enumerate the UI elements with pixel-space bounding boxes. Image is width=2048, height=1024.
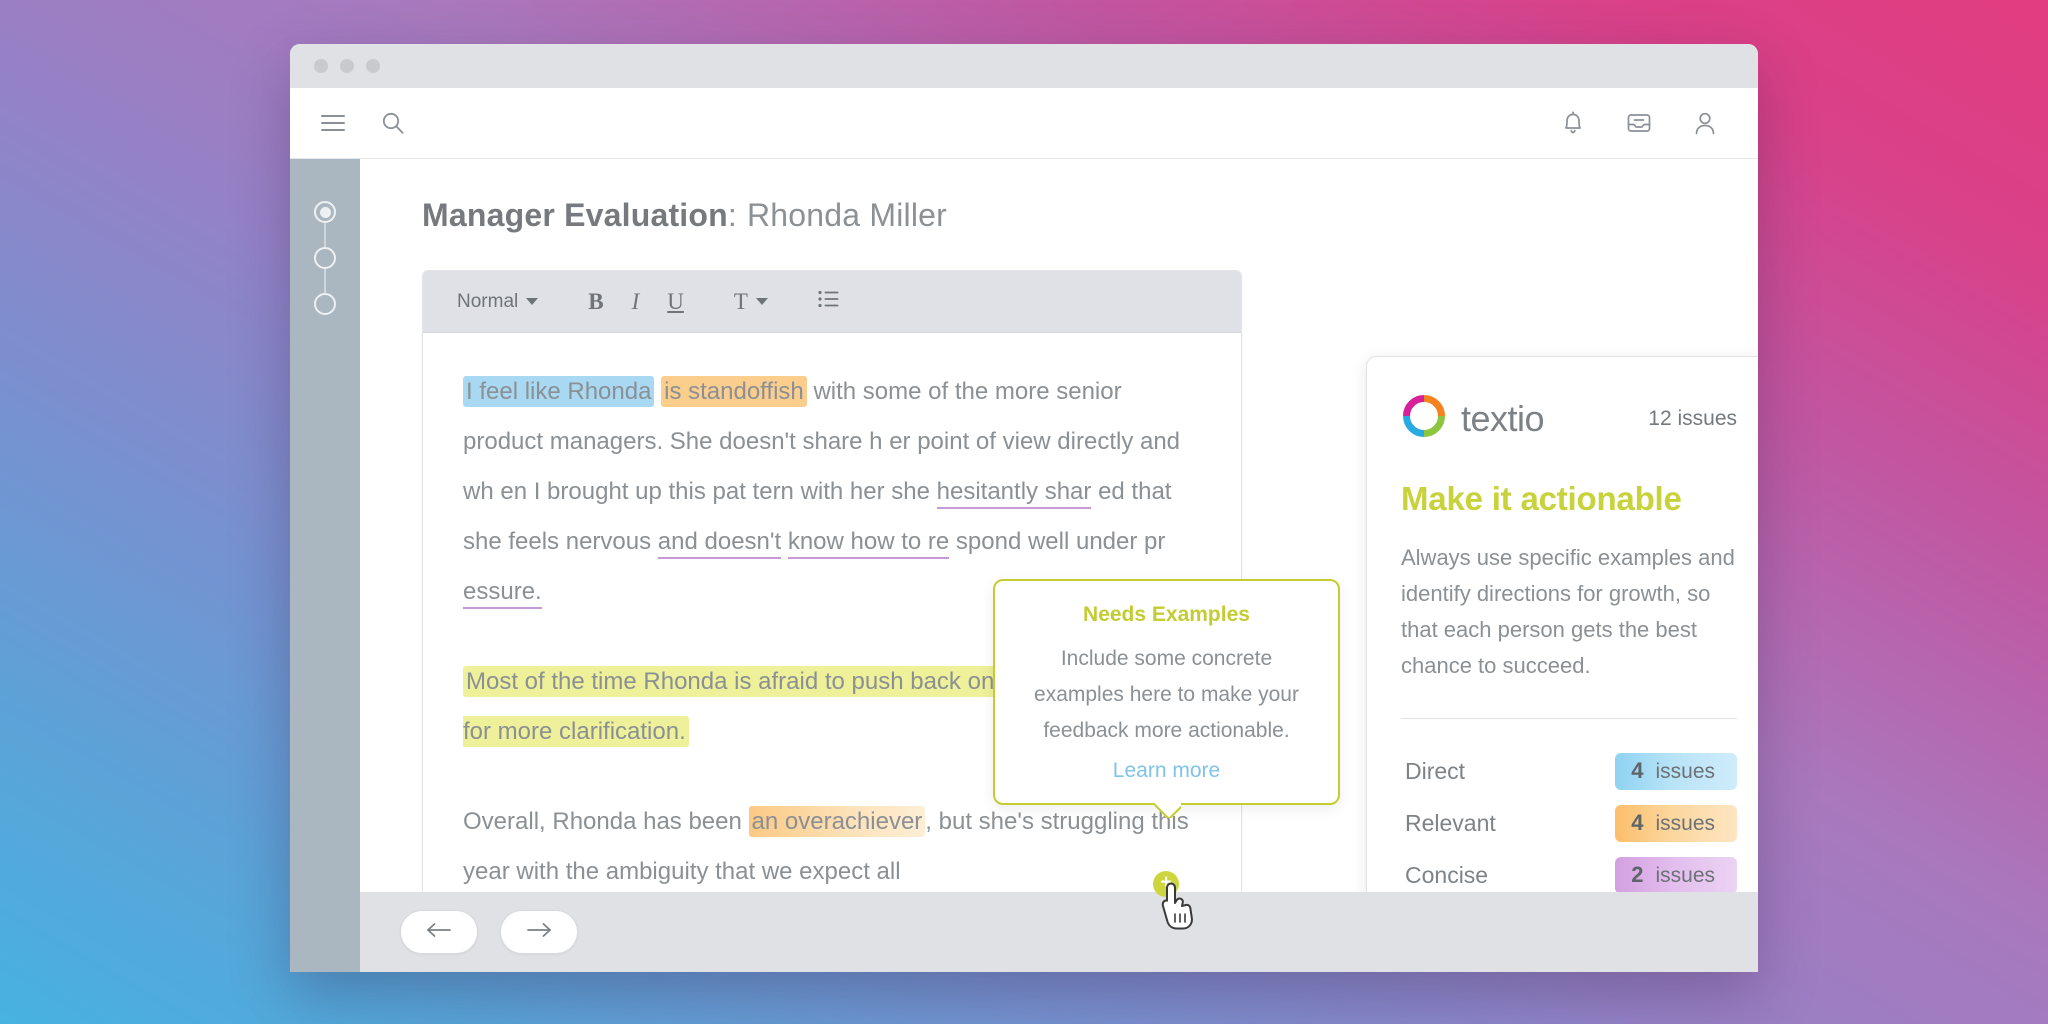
issue-highlight-direct[interactable]: I feel like Rhonda (463, 376, 654, 407)
metric-count-direct: 4 (1631, 758, 1643, 784)
metric-label-direct: Direct (1401, 758, 1615, 785)
window-close-dot[interactable] (314, 59, 328, 73)
app-header-bar (290, 88, 1758, 159)
panel-header: textio 12 issues (1401, 393, 1737, 444)
rail-connector-1 (324, 223, 326, 247)
page-title: Manager Evaluation: Rhonda Miller (422, 197, 1758, 234)
search-icon[interactable] (378, 108, 408, 138)
window-maximize-dot[interactable] (366, 59, 380, 73)
metric-unit-direct: issues (1655, 760, 1715, 784)
metric-unit-relevant: issues (1655, 812, 1715, 836)
bell-icon[interactable] (1558, 108, 1588, 138)
page-title-subject: Rhonda Miller (747, 197, 947, 233)
tooltip-body: Include some concrete examples here to m… (1021, 641, 1312, 749)
textio-brand-name: textio (1461, 398, 1544, 440)
issue-underline-concise-3[interactable]: know how to re (788, 528, 949, 559)
metric-row-direct[interactable]: Direct 4 issues (1401, 745, 1737, 797)
tooltip-title: Needs Examples (1021, 603, 1312, 627)
window-titlebar (290, 44, 1758, 88)
text-style-dropdown[interactable]: T (724, 286, 778, 317)
metric-label-relevant: Relevant (1401, 810, 1615, 837)
forward-button[interactable] (500, 910, 578, 954)
rail-step-1[interactable] (314, 201, 336, 223)
bulleted-list-icon (818, 290, 840, 314)
style-dropdown-label: Normal (457, 291, 518, 313)
main-content: Manager Evaluation: Rhonda Miller Normal … (360, 159, 1758, 972)
metric-row-relevant[interactable]: Relevant 4 issues (1401, 797, 1737, 849)
doc-text-run-4: er point of view (889, 428, 1050, 455)
bold-button[interactable]: B (578, 286, 613, 317)
textio-brand: textio (1401, 393, 1544, 444)
bold-icon: B (588, 290, 603, 313)
doc-text-run-8: hesitantly shar (937, 478, 1092, 509)
metric-count-concise: 2 (1631, 862, 1643, 888)
panel-description: Always use specific examples and identif… (1401, 540, 1737, 684)
metric-badge-concise: 2 issues (1615, 857, 1737, 894)
back-button[interactable] (400, 910, 478, 954)
chevron-down-icon (756, 298, 768, 305)
issue-underline-concise-2[interactable]: and doesn't (658, 528, 781, 559)
rail-connector-2 (324, 269, 326, 293)
tooltip-learn-more-link[interactable]: Learn more (1113, 759, 1220, 782)
metric-badge-direct: 4 issues (1615, 753, 1737, 790)
add-suggestion-button[interactable]: + (1153, 871, 1179, 897)
rail-step-2[interactable] (314, 247, 336, 269)
text-format-icon: T (734, 290, 748, 313)
doc-text-run-6: en I brought up this pat (500, 478, 746, 505)
chevron-down-icon (526, 298, 538, 305)
style-dropdown[interactable]: Normal (447, 287, 548, 317)
doc-text-run-10: spond well under pr (956, 528, 1165, 555)
total-issue-count: 12 issues (1648, 407, 1737, 431)
doc-text-run-7: tern with her she (753, 478, 930, 505)
hamburger-menu-icon[interactable] (318, 108, 348, 138)
doc-p3-pre: Overall, Rhonda has been (463, 808, 742, 835)
step-rail (290, 159, 360, 972)
doc-text-run-1: with some of the more (813, 378, 1049, 405)
panel-divider (1401, 718, 1737, 719)
page-title-label: Manager Evaluation (422, 197, 728, 233)
metric-label-concise: Concise (1401, 862, 1615, 889)
window-minimize-dot[interactable] (340, 59, 354, 73)
doc-paragraph-3: Overall, Rhonda has been an overachiever… (463, 797, 1201, 897)
issue-underline-concise-4[interactable]: essure. (463, 578, 542, 609)
italic-button[interactable]: I (622, 286, 650, 317)
doc-p3-post: , but she's (925, 808, 1034, 835)
inbox-tray-icon[interactable] (1624, 108, 1654, 138)
user-account-icon[interactable] (1690, 108, 1720, 138)
metric-badge-relevant: 4 issues (1615, 805, 1737, 842)
issue-highlight-relevant[interactable]: is standoffish (661, 376, 807, 407)
arrow-right-icon (526, 922, 552, 943)
textio-insights-panel: textio 12 issues Make it actionable Alwa… (1366, 356, 1758, 972)
issue-underline-concise-1[interactable]: hesitantly shar (937, 478, 1092, 509)
doc-text-run-3: managers. She doesn't share h (550, 428, 883, 455)
bulleted-list-button[interactable] (808, 286, 850, 318)
editor-toolbar: Normal B I U T (423, 271, 1241, 333)
arrow-left-icon (426, 922, 452, 943)
underline-button[interactable]: U (657, 286, 694, 317)
page-title-separator: : (728, 197, 737, 233)
metric-count-relevant: 4 (1631, 810, 1643, 836)
italic-icon: I (632, 290, 640, 313)
issue-highlight-relevant-2[interactable]: an overachiever (749, 806, 926, 837)
textio-ring-logo-icon (1401, 393, 1447, 444)
app-body: Manager Evaluation: Rhonda Miller Normal … (290, 159, 1758, 972)
metric-unit-concise: issues (1655, 864, 1715, 888)
wizard-footer (360, 892, 1758, 972)
tooltip-arrow (1153, 803, 1181, 818)
panel-headline: Make it actionable (1401, 480, 1737, 518)
rail-step-3[interactable] (314, 293, 336, 315)
app-window: Manager Evaluation: Rhonda Miller Normal … (290, 44, 1758, 972)
suggestion-tooltip: Needs Examples Include some concrete exa… (993, 579, 1340, 805)
underline-icon: U (667, 290, 684, 313)
